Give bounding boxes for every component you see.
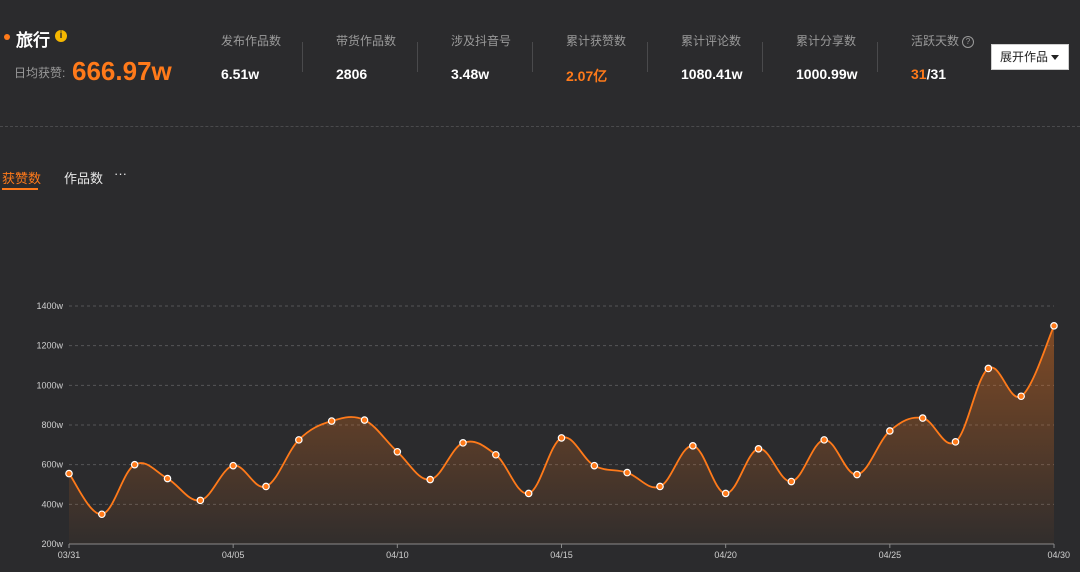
active-days-total: /31 <box>926 66 947 82</box>
stat-value: 6.51w <box>221 66 260 82</box>
data-point[interactable] <box>557 434 566 442</box>
help-icon[interactable]: ? <box>962 36 975 48</box>
data-point[interactable] <box>656 482 664 491</box>
active-days-count: 31 <box>911 66 927 82</box>
data-point[interactable] <box>886 427 894 435</box>
data-point[interactable] <box>65 469 73 478</box>
y-tick-label: 600w <box>41 460 63 470</box>
data-point[interactable] <box>492 450 500 459</box>
stat-value: 2806 <box>336 66 368 82</box>
stat-total-shares: 累计分享数 1000.99w <box>765 32 880 82</box>
data-point[interactable] <box>327 417 336 425</box>
stat-divider <box>877 42 878 72</box>
data-point[interactable] <box>787 477 796 486</box>
expand-works-button[interactable]: 展开作品 <box>991 44 1069 70</box>
data-point[interactable] <box>984 364 993 373</box>
tab-active-underline <box>2 188 38 190</box>
y-tick-label: 800w <box>41 420 63 430</box>
x-tick-label: 04/05 <box>222 550 245 560</box>
y-axis: 200w 400w 600w 800w 1000w 1200w 1400w <box>36 301 63 549</box>
data-point[interactable] <box>229 461 237 470</box>
data-point[interactable] <box>393 447 402 456</box>
stat-value: 31/31 <box>911 66 946 82</box>
data-point[interactable] <box>1017 392 1025 401</box>
daily-avg-value: 666.97w <box>72 56 172 86</box>
x-tick-label: 04/10 <box>386 550 409 560</box>
tab-label: 获赞数 <box>2 171 42 186</box>
caret-down-icon <box>1051 55 1059 60</box>
likes-chart: 200w 400w 600w 800w 1000w 1200w 1400w 03/31 04/… <box>36 301 1070 560</box>
x-tick-label: 04/30 <box>1047 550 1070 560</box>
y-tick-label: 1400w <box>36 301 63 311</box>
stat-label: 累计分享数 <box>796 34 857 48</box>
data-point[interactable] <box>623 468 631 477</box>
data-point[interactable] <box>163 474 172 483</box>
data-point[interactable] <box>196 496 205 505</box>
info-icon[interactable]: i <box>55 30 67 42</box>
stat-label: 发布作品数 <box>221 34 282 48</box>
stat-accounts-involved: 涉及抖音号 3.48w <box>420 32 535 82</box>
data-point[interactable] <box>853 470 861 479</box>
stat-total-comments: 累计评论数 1080.41w <box>650 32 765 82</box>
stat-divider <box>302 42 303 72</box>
x-tick-label: 04/20 <box>714 550 737 560</box>
stat-value: 1080.41w <box>681 66 743 82</box>
stat-label: 活跃天数? <box>911 32 975 49</box>
data-point[interactable] <box>689 442 697 450</box>
y-tick-label: 400w <box>41 499 63 509</box>
y-tick-label: 200w <box>41 539 63 549</box>
data-point[interactable] <box>262 482 270 491</box>
y-tick-label: 1000w <box>36 380 63 390</box>
expand-works-label: 展开作品 <box>1000 50 1049 64</box>
divider-line <box>0 126 1080 127</box>
x-tick-label: 04/25 <box>879 550 902 560</box>
x-tick-label: 04/15 <box>550 550 573 560</box>
data-point[interactable] <box>951 438 960 446</box>
data-point[interactable] <box>524 489 533 498</box>
x-tick-label: 03/31 <box>58 550 81 560</box>
stat-works-published: 发布作品数 6.51w <box>190 32 305 82</box>
stat-label: 累计获赞数 <box>566 34 627 48</box>
data-point[interactable] <box>820 436 828 444</box>
data-point[interactable] <box>1050 322 1058 330</box>
y-tick-label: 1200w <box>36 341 63 351</box>
stat-value: 1000.99w <box>796 66 858 82</box>
data-point[interactable] <box>590 461 599 470</box>
x-axis: 03/31 04/05 04/10 04/15 04/20 04/25 04/30 <box>58 544 1070 560</box>
data-point[interactable] <box>459 439 467 447</box>
data-point[interactable] <box>98 510 106 519</box>
tab-likes[interactable]: 获赞数 <box>2 168 42 190</box>
data-point[interactable] <box>426 475 434 484</box>
stat-value: 2.07亿 <box>566 68 608 84</box>
page-title: 旅行 <box>16 31 50 50</box>
stat-divider <box>647 42 648 72</box>
stat-label: 带货作品数 <box>336 34 397 48</box>
data-point[interactable] <box>918 414 927 422</box>
tab-works[interactable]: 作品数 <box>64 168 103 187</box>
stat-commerce-works: 带货作品数 2806 <box>305 32 420 82</box>
data-point[interactable] <box>130 460 139 469</box>
data-point[interactable] <box>721 489 730 498</box>
stat-divider <box>762 42 763 72</box>
stat-divider <box>417 42 418 72</box>
stats-bar: 发布作品数 6.51w 带货作品数 2806 涉及抖音号 3.48w 累计获赞数… <box>190 32 980 84</box>
daily-avg-label: 日均获赞: <box>14 66 66 80</box>
stat-label: 累计评论数 <box>681 34 742 48</box>
data-point[interactable] <box>754 445 763 453</box>
data-point[interactable] <box>295 436 303 444</box>
stat-label-text: 活跃天数 <box>911 34 960 48</box>
bullet-dot <box>4 34 10 40</box>
stat-value: 3.48w <box>451 66 490 82</box>
stat-label: 涉及抖音号 <box>451 34 512 48</box>
data-point[interactable] <box>360 416 369 424</box>
stat-active-days: 活跃天数? 31/31 <box>880 32 995 82</box>
tab-label: 作品数 <box>64 171 104 186</box>
stat-divider <box>532 42 533 72</box>
more-icon[interactable]: ··· <box>114 166 127 181</box>
stat-total-likes: 累计获赞数 2.07亿 <box>535 32 650 84</box>
